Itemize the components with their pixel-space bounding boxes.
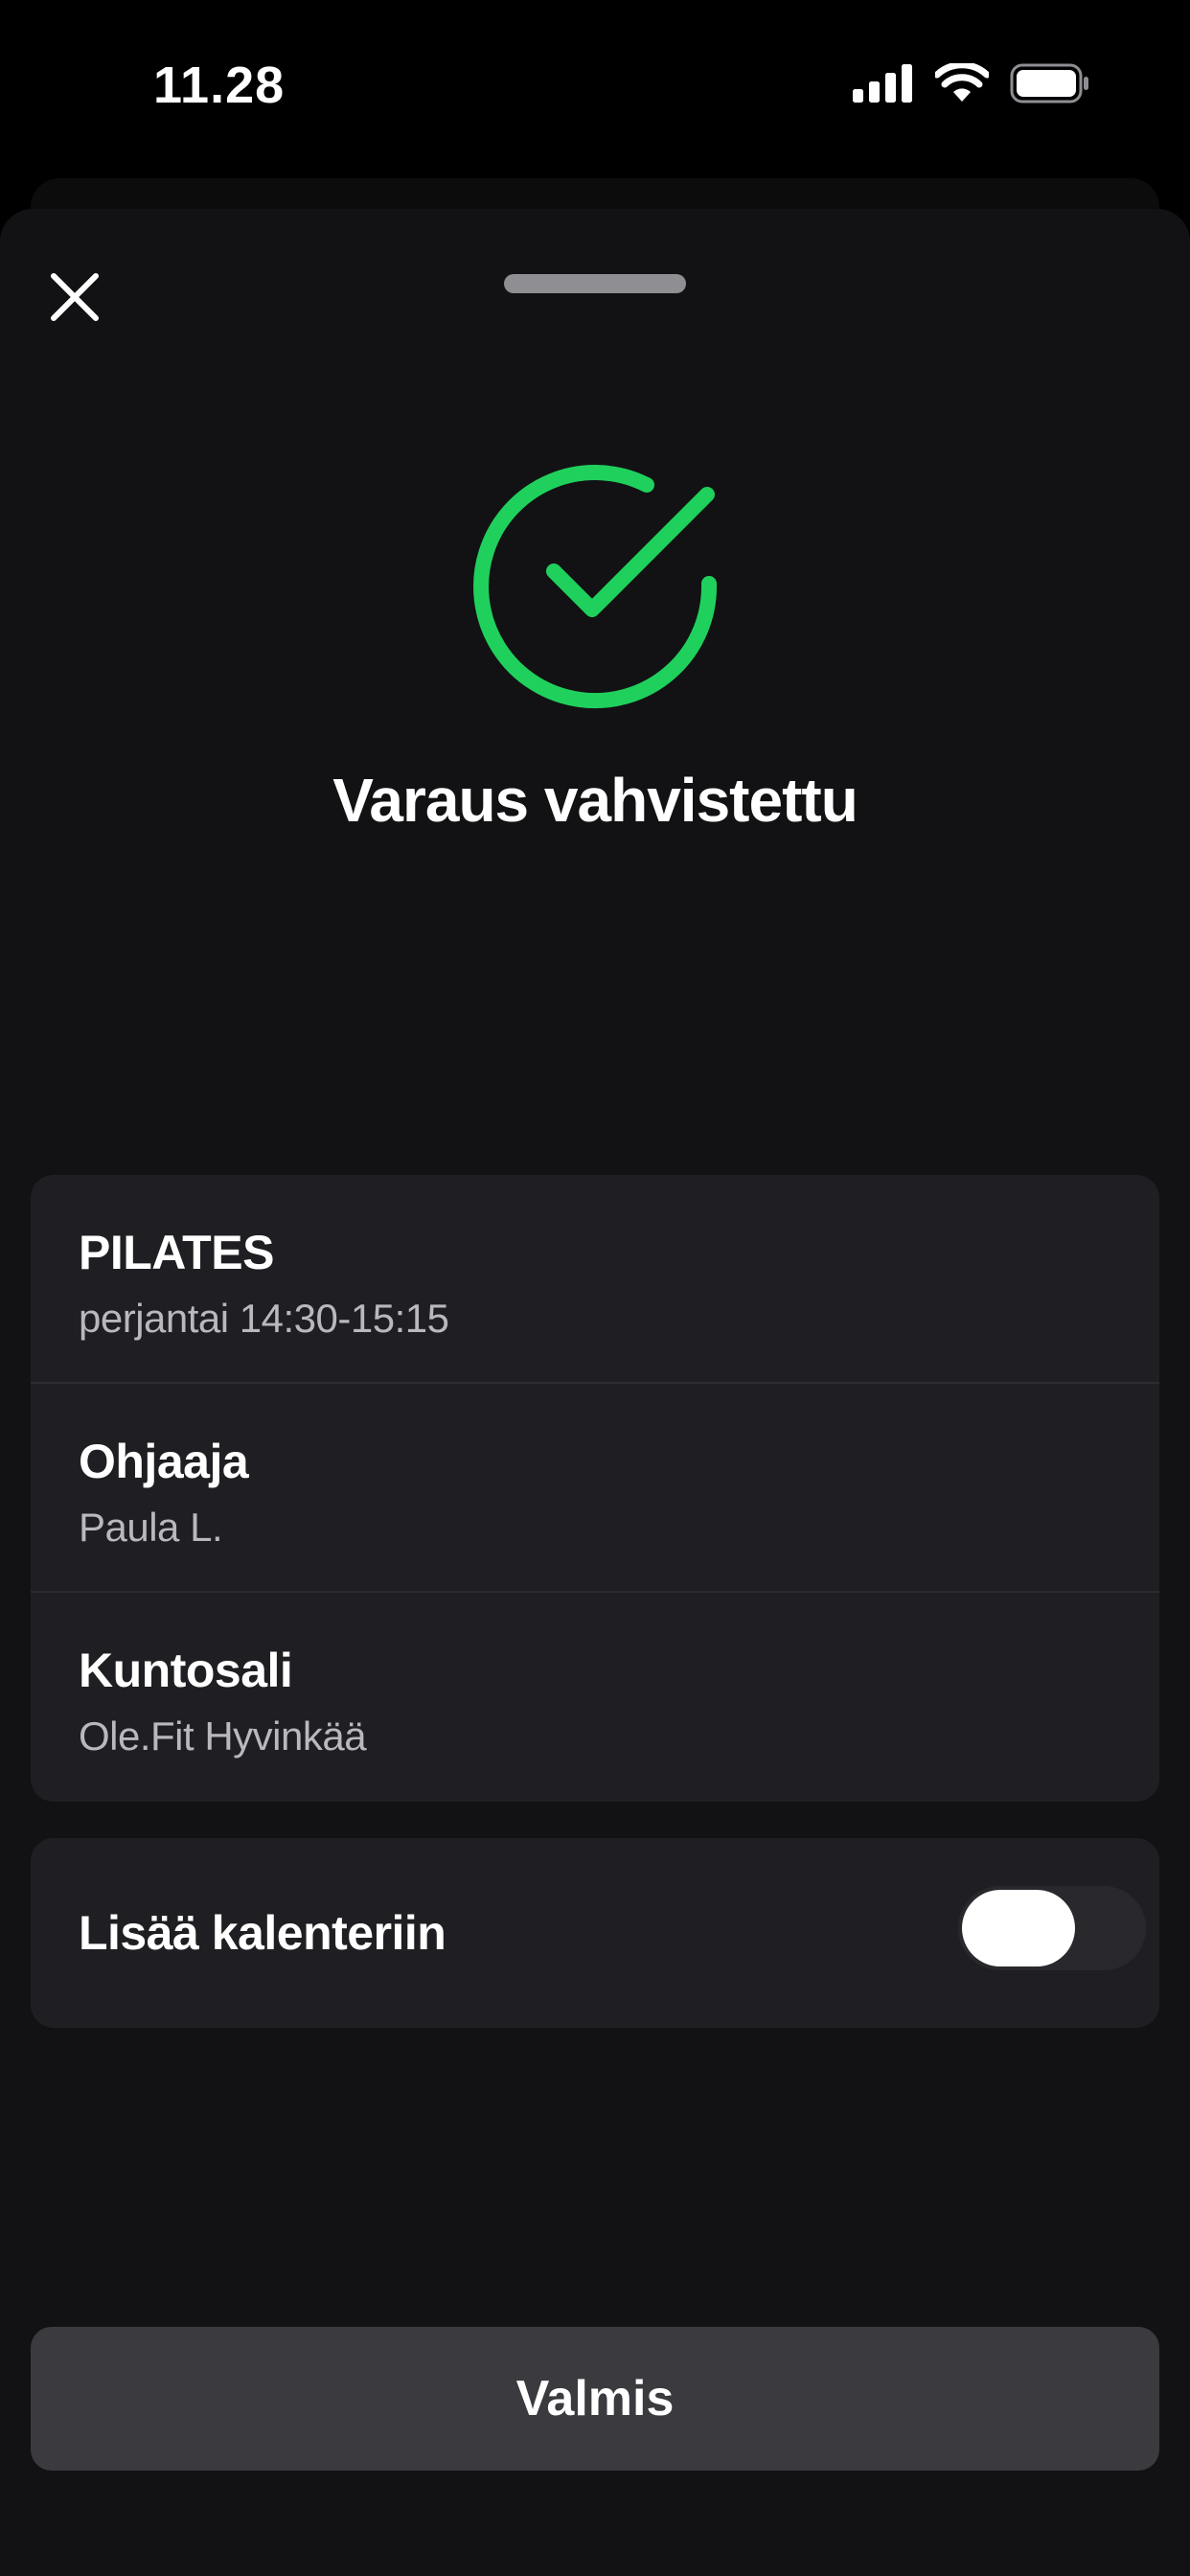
status-time: 11.28 xyxy=(153,57,286,114)
booking-confirmation-screen: 11.28 Varaus vahvistettu PILATES perjant… xyxy=(0,0,1190,2576)
close-icon xyxy=(51,273,99,321)
booking-details-card: PILATES perjantai 14:30-15:15 Ohjaaja Pa… xyxy=(31,1175,1159,1802)
battery-icon xyxy=(1010,63,1088,104)
done-button[interactable]: Valmis xyxy=(31,2327,1159,2471)
sheet-grabber[interactable] xyxy=(504,274,686,293)
instructor-name: Paula L. xyxy=(79,1505,223,1550)
class-name: PILATES xyxy=(79,1226,274,1279)
detail-row-class: PILATES perjantai 14:30-15:15 xyxy=(31,1175,1159,1384)
add-to-calendar-row: Lisää kalenteriin xyxy=(31,1838,1159,2028)
page-title: Varaus vahvistettu xyxy=(332,766,858,835)
detail-row-gym: Kuntosali Ole.Fit Hyvinkää xyxy=(31,1593,1159,1802)
toggle-knob xyxy=(962,1890,1075,1966)
add-to-calendar-label: Lisää kalenteriin xyxy=(79,1906,446,1960)
add-to-calendar-toggle[interactable] xyxy=(958,1886,1146,1970)
wifi-icon xyxy=(935,63,989,102)
signal-icon xyxy=(853,64,912,103)
gym-label: Kuntosali xyxy=(79,1644,293,1697)
close-button[interactable] xyxy=(44,266,105,328)
class-time: perjantai 14:30-15:15 xyxy=(79,1296,449,1341)
confirmation-sheet: Varaus vahvistettu PILATES perjantai 14:… xyxy=(0,209,1190,2576)
status-icons xyxy=(853,63,1090,104)
detail-row-instructor: Ohjaaja Paula L. xyxy=(31,1384,1159,1593)
gym-name: Ole.Fit Hyvinkää xyxy=(79,1714,367,1759)
check-circle-icon xyxy=(473,465,718,709)
instructor-label: Ohjaaja xyxy=(79,1435,249,1488)
status-bar: 11.28 xyxy=(0,0,1190,172)
